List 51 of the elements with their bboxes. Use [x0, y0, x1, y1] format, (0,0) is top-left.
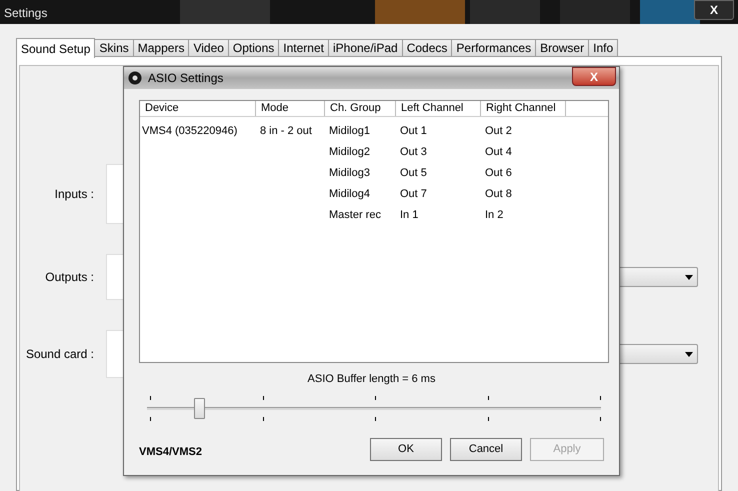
field-label: Inputs :	[54, 186, 95, 203]
tab[interactable]: Mappers	[134, 39, 190, 57]
table-cell-text: Master rec	[328, 208, 382, 224]
tab[interactable]: iPhone/iPad	[328, 39, 403, 57]
dialog-button[interactable]: OK	[370, 438, 442, 460]
field-label: Sound card :	[24, 346, 95, 363]
table-cell-text: Out 2	[484, 124, 513, 140]
close-button[interactable]: X	[694, 0, 734, 20]
dialog-button[interactable]: Cancel	[450, 438, 522, 460]
column-header[interactable]: Device	[140, 101, 256, 116]
column-header[interactable]: Mode	[256, 101, 325, 116]
device-name: VMS4/VMS2	[139, 444, 203, 460]
tab[interactable]: Skins	[95, 39, 134, 57]
field-label: Outputs :	[44, 269, 95, 286]
caret-icon	[685, 352, 693, 356]
tab[interactable]: Internet	[279, 39, 329, 57]
table-cell-text: 8 in - 2 out	[259, 124, 313, 140]
table-cell-text: Out 8	[484, 187, 513, 202]
field-box	[106, 330, 124, 378]
table-cell-text: Out 7	[399, 187, 428, 202]
table-cell-text: Out 4	[484, 145, 513, 160]
column-header[interactable]: Ch. Group	[325, 101, 396, 116]
tab[interactable]: Video	[189, 39, 229, 57]
dialog-title: ASIO Settings	[148, 70, 224, 87]
buffer-label: ASIO Buffer length = 6 ms	[308, 372, 436, 387]
field-box	[106, 254, 124, 300]
table-cell-text: In 1	[399, 208, 420, 224]
tab[interactable]: Codecs	[402, 39, 452, 57]
table-cell-text: Midilog1	[328, 124, 371, 140]
window-title: Settings	[4, 5, 48, 22]
table-cell-text: In 2	[484, 208, 504, 224]
table-cell-text: Midilog2	[328, 145, 371, 160]
tab[interactable]: Sound Setup	[16, 38, 96, 58]
field-box	[106, 164, 124, 224]
table-cell-text: Midilog4	[328, 187, 371, 202]
disc-icon	[128, 71, 142, 85]
table-cell-text: Midilog3	[328, 166, 371, 182]
slider-thumb[interactable]	[194, 398, 206, 418]
caret-icon	[685, 274, 693, 280]
column-header[interactable]: Left Channel	[396, 101, 481, 116]
tab[interactable]: Info	[589, 39, 618, 57]
tab[interactable]: Browser	[536, 39, 590, 57]
table-cell-text: Out 5	[399, 166, 428, 182]
table-cell-text: Out 1	[399, 124, 428, 140]
table-cell-text: VMS4 (035220946)	[141, 124, 238, 140]
table-cell-text: Out 6	[484, 166, 513, 182]
column-header[interactable]: Right Channel	[481, 101, 566, 116]
tab[interactable]: Performances	[452, 39, 536, 57]
slider[interactable]	[147, 398, 601, 418]
table-cell-text: Out 3	[399, 145, 428, 160]
tab[interactable]: Options	[228, 39, 280, 57]
